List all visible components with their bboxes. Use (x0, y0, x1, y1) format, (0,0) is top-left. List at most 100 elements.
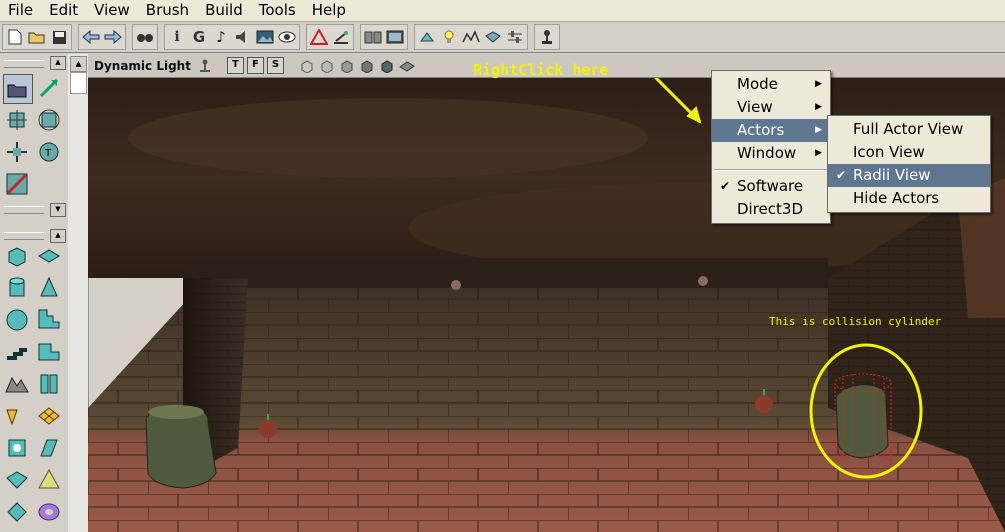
menu-bar: File Edit View Brush Build Tools Help (0, 0, 1005, 22)
collapse-arrow-icon[interactable]: ▲ (50, 56, 66, 70)
terrain-edit-tool-icon[interactable] (3, 170, 31, 198)
icon-view-item[interactable]: Icon View (828, 141, 990, 164)
ctx-actors-item[interactable]: Actors ▶ (712, 119, 830, 142)
cone-builder-icon[interactable] (35, 274, 63, 302)
search-icon[interactable] (135, 27, 155, 47)
build-toolbar-group (306, 24, 354, 50)
menu-view[interactable]: View (86, 0, 138, 21)
level-icon[interactable] (331, 27, 351, 47)
cylinder-builder-icon[interactable] (3, 274, 31, 302)
cube-builder-icon[interactable] (3, 242, 31, 270)
radii-view-item[interactable]: ✔ Radii View (828, 164, 990, 187)
deintersect-brush-icon[interactable] (35, 434, 63, 462)
texture-browser-icon[interactable] (255, 27, 275, 47)
brush-builder-icon[interactable] (309, 27, 329, 47)
menu-help[interactable]: Help (304, 0, 354, 21)
main-toolbar: i G ♪ (0, 22, 1005, 53)
view-toolbar-group (360, 24, 408, 50)
camera-move-tool-icon[interactable] (3, 74, 33, 104)
actor-properties-icon[interactable]: i (167, 27, 187, 47)
sphere-builder-icon[interactable] (3, 306, 31, 334)
terrain-builder-icon[interactable] (3, 370, 31, 398)
submenu-arrow-icon: ▶ (815, 148, 822, 158)
group-browser-icon[interactable]: G (189, 27, 209, 47)
scroll-up-arrow-icon[interactable]: ▲ (70, 56, 87, 72)
menu-build[interactable]: Build (197, 0, 251, 21)
subtract-brush-icon[interactable] (35, 402, 63, 430)
check-icon: ✔ (720, 179, 731, 193)
spiral-stairs-builder-icon[interactable] (3, 338, 31, 366)
viewport-front-button[interactable]: F (246, 57, 264, 74)
open-folder-icon[interactable] (27, 27, 47, 47)
scroll-thumb[interactable] (70, 72, 87, 94)
special-brush-icon[interactable] (35, 466, 63, 494)
menu-edit[interactable]: Edit (41, 0, 86, 21)
panel-scrollbar[interactable]: ▲ (68, 54, 89, 532)
check-icon: ✔ (836, 168, 847, 182)
wireframe-icon[interactable] (299, 58, 315, 73)
screenshot-icon[interactable] (439, 27, 459, 47)
mesh-viewer-icon[interactable] (277, 27, 297, 47)
pin-icon[interactable] (197, 58, 213, 73)
curved-stairs-builder-icon[interactable] (35, 338, 63, 366)
ctx-mode-item[interactable]: Mode ▶ (712, 73, 830, 96)
dynamic-light-icon[interactable] (359, 58, 375, 73)
sliders-icon[interactable] (505, 27, 525, 47)
ctx-software-item[interactable]: ✔ Software (712, 175, 830, 198)
panel-grip (4, 232, 44, 240)
viewport-side-button[interactable]: S (266, 57, 284, 74)
torus-builder-icon[interactable] (35, 498, 63, 526)
panel-grip (4, 206, 44, 214)
mover-brush-icon[interactable] (3, 466, 31, 494)
mode-tool-panel: ▲ T ▼ ▲ (0, 54, 69, 532)
textured-icon[interactable] (379, 58, 395, 73)
panel-grip (4, 60, 44, 68)
viewport-top-button[interactable]: T (226, 57, 244, 74)
undo-icon[interactable] (81, 27, 101, 47)
play-icon[interactable] (537, 27, 557, 47)
sheet-builder-icon[interactable] (35, 242, 63, 270)
menu-tools[interactable]: Tools (251, 0, 304, 21)
ctx-direct3d-item[interactable]: Direct3D (712, 198, 830, 221)
vertex-edit-tool-icon[interactable] (35, 74, 63, 102)
collision-annotation: This is collision cylinder (769, 315, 942, 328)
brush-scale-tool-icon[interactable] (35, 106, 63, 134)
redo-icon[interactable] (103, 27, 123, 47)
file-toolbar-group (2, 24, 72, 50)
new-file-icon[interactable] (5, 27, 25, 47)
zones-icon[interactable] (319, 58, 335, 73)
texture-pan-tool-icon[interactable]: T (35, 138, 63, 166)
sound-browser-icon[interactable] (233, 27, 253, 47)
stairs-builder-icon[interactable] (35, 306, 63, 334)
music-browser-icon[interactable]: ♪ (211, 27, 231, 47)
collapse-arrow-icon[interactable]: ▲ (50, 229, 66, 243)
full-actor-view-item[interactable]: Full Actor View (828, 118, 990, 141)
ctx-window-item[interactable]: Window ▶ (712, 142, 830, 165)
submenu-arrow-icon: ▶ (815, 102, 822, 112)
menu-file[interactable]: File (0, 0, 41, 21)
flat-icon[interactable] (339, 58, 355, 73)
viewport-context-menu: Mode ▶ View ▶ Actors ▶ Window ▶ ✔ Software Di… (711, 70, 831, 224)
actors-submenu: Full Actor View Icon View ✔ Radii View Hi… (827, 115, 991, 213)
view-actor-icon[interactable] (363, 27, 383, 47)
move-tool-icon[interactable] (3, 138, 31, 166)
collapse-arrow-icon[interactable]: ▼ (50, 203, 66, 217)
volume-builder-icon[interactable] (35, 370, 63, 398)
edit-toolbar-group (78, 24, 126, 50)
ctx-view-item[interactable]: View ▶ (712, 96, 830, 119)
path-icon[interactable] (417, 27, 437, 47)
add-brush-icon[interactable] (3, 402, 31, 430)
save-icon[interactable] (49, 27, 69, 47)
light-icon[interactable] (385, 27, 405, 47)
intersect-brush-icon[interactable] (3, 434, 31, 462)
brush-rotate-tool-icon[interactable] (3, 106, 31, 134)
tools-toolbar-group (414, 24, 528, 50)
static-mesh-icon[interactable] (3, 498, 31, 526)
settings-icon[interactable] (461, 27, 481, 47)
search-toolbar-group (132, 24, 158, 50)
submenu-arrow-icon: ▶ (815, 79, 822, 89)
smooth-icon[interactable] (399, 58, 415, 73)
mesh-browser-icon[interactable] (483, 27, 503, 47)
hide-actors-item[interactable]: Hide Actors (828, 187, 990, 210)
menu-brush[interactable]: Brush (138, 0, 197, 21)
